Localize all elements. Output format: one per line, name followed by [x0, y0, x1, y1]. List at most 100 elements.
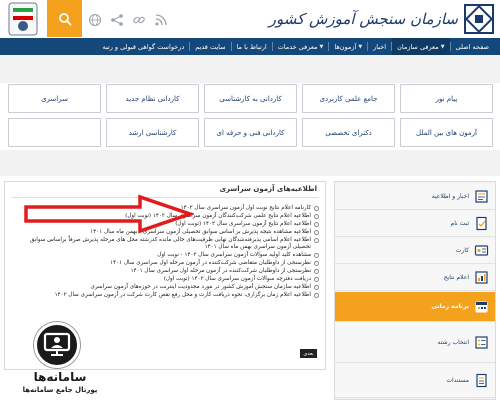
bullet-icon: [314, 268, 319, 274]
sidebar-item-label: برنامه زمانی: [431, 303, 469, 310]
nav-news-label: اخبار: [373, 42, 387, 51]
nav-old-site[interactable]: سایت قدیم: [190, 43, 230, 51]
announcement-link[interactable]: نظرسنجی از داوطلبان متقاضی شرکت‌کننده در…: [15, 260, 311, 267]
brand-title: سازمان سنجش آموزش کشور: [268, 10, 458, 28]
sidebar-item-field-selection[interactable]: انتخاب رشته: [335, 323, 495, 363]
announcements-title: اطلاعیه‌های آزمون سراسری: [219, 185, 317, 193]
announcement-link[interactable]: مشاهده کلید اولیه سوالات آزمون سراسری سا…: [15, 252, 311, 259]
bullet-icon: [314, 221, 319, 227]
globe-icon[interactable]: [88, 12, 102, 26]
sidebar-item-label: اعلام نتایج: [443, 274, 469, 281]
quick-link-international[interactable]: آزمون های بین الملل: [400, 118, 493, 147]
sidebar-item-news[interactable]: اخبار و اطلاعیه: [335, 184, 495, 210]
announcement-link[interactable]: اطلاعیه اعلام اسامی پذیرفته‌شدگان نهایی …: [15, 237, 311, 251]
sidebar-item-documents[interactable]: مستندات: [335, 364, 495, 398]
header: سازمان سنجش آموزش کشور: [0, 0, 500, 38]
watermark-subtitle: پورتال جامع سامانه‌ها: [22, 386, 98, 394]
nav-about-label: معرفی سازمان: [397, 42, 439, 51]
bullet-icon: [314, 292, 319, 298]
nav-certificate-request[interactable]: درخواست گواهی قبولی و رتبه: [97, 43, 189, 51]
quick-link-masters[interactable]: کارشناسی ارشد: [106, 118, 199, 147]
link-icon[interactable]: [132, 12, 146, 26]
list-item[interactable]: اطلاعیه اعلام زمان برگزاری، نحوه دریافت …: [15, 292, 319, 299]
national-emblem-logo[interactable]: [3, 2, 43, 36]
nav-news[interactable]: اخبار: [368, 43, 391, 51]
list-item[interactable]: نظرسنجی از داوطلبان متقاضی شرکت‌کننده در…: [15, 260, 319, 267]
red-arrow-annotation: [24, 194, 194, 234]
quick-link-sarasari[interactable]: سراسری: [8, 84, 101, 113]
nav-old-site-label: سایت قدیم: [195, 42, 226, 51]
results-icon: [474, 270, 489, 285]
search-button[interactable]: [47, 0, 82, 37]
page: سازمان سنجش آموزش کشور صفحه اصلی معرفی س…: [0, 0, 500, 400]
top-icons: [88, 0, 168, 37]
bullet-icon: [314, 284, 319, 290]
exam-sidebar: اخبار و اطلاعیه ثبت نام کارت اعلام نتایج…: [334, 181, 496, 400]
quick-link-technical-vocational[interactable]: کاردانی فنی و حرفه ای: [204, 118, 297, 147]
brand[interactable]: سازمان سنجش آموزش کشور: [269, 4, 494, 34]
news-icon: [474, 189, 489, 204]
bullet-icon: [314, 276, 319, 282]
main-nav: صفحه اصلی معرفی سازمان ▼ اخبار آزمون‌ها ▼ …: [0, 38, 500, 55]
quick-link-empty[interactable]: [8, 118, 101, 147]
share-icon[interactable]: [110, 12, 124, 26]
samaneha-watermark: سامانه‌ها پورتال جامع سامانه‌ها: [6, 316, 116, 400]
quick-link-phd[interactable]: دکترای تخصصی: [302, 118, 395, 147]
quick-link-associate-to-bachelor[interactable]: کاردانی به کارشناسی: [204, 84, 297, 113]
sanjesh-logo-icon: [464, 4, 494, 34]
announcement-link[interactable]: نظرسنجی از داوطلبان شرکت‌کننده در آزمون …: [15, 268, 311, 275]
nav-certificate-label: درخواست گواهی قبولی و رتبه: [102, 42, 185, 51]
search-icon: [58, 12, 72, 26]
quick-link-payam-noor[interactable]: پیام نور: [400, 84, 493, 113]
sidebar-item-register[interactable]: ثبت نام: [335, 211, 495, 237]
content-band: [0, 150, 500, 176]
nav-contact[interactable]: ارتباط با ما: [232, 43, 272, 51]
rss-icon[interactable]: [154, 12, 168, 26]
sidebar-item-results[interactable]: اعلام نتایج: [335, 265, 495, 291]
bullet-icon: [314, 213, 319, 219]
sidebar-item-card[interactable]: کارت: [335, 238, 495, 264]
sidebar-item-label: اخبار و اطلاعیه: [431, 193, 469, 200]
nav-home[interactable]: صفحه اصلی: [451, 43, 494, 51]
chevron-down-icon: ▼: [358, 43, 363, 50]
list-item[interactable]: دریافت دفترچه سوالات آزمون سراسری سال ۱۴…: [15, 276, 319, 283]
sidebar-item-label: ثبت نام: [450, 220, 470, 227]
announcement-link[interactable]: اطلاعیه سازمان سنجش آموزش کشور در مورد م…: [15, 284, 311, 291]
sidebar-item-schedule[interactable]: برنامه زمانی: [335, 292, 495, 322]
list-item[interactable]: اطلاعیه اعلام اسامی پذیرفته‌شدگان نهایی …: [15, 237, 319, 251]
sidebar-item-label: کارت: [455, 247, 469, 254]
nav-services[interactable]: معرفی خدمات ▼: [273, 43, 329, 51]
card-icon: [474, 243, 489, 258]
sidebar-item-label: انتخاب رشته: [437, 339, 469, 346]
register-icon: [474, 216, 489, 231]
nav-exams-label: آزمون‌ها: [334, 42, 357, 51]
chevron-down-icon: ▼: [440, 43, 445, 50]
next-button[interactable]: بعدی: [300, 349, 317, 358]
bullet-icon: [314, 260, 319, 266]
list-item[interactable]: نظرسنجی از داوطلبان شرکت‌کننده در آزمون …: [15, 268, 319, 275]
nav-exams[interactable]: آزمون‌ها ▼: [329, 43, 367, 51]
nav-services-label: معرفی خدمات: [277, 42, 318, 51]
nav-contact-label: ارتباط با ما: [236, 42, 267, 51]
bullet-icon: [314, 229, 319, 235]
announcement-link[interactable]: اطلاعیه اعلام زمان برگزاری، نحوه دریافت …: [15, 292, 311, 299]
quick-link-associate-new[interactable]: کاردانی نظام جدید: [106, 84, 199, 113]
documents-icon: [474, 373, 489, 388]
bullet-icon: [314, 252, 319, 258]
schedule-icon: [474, 299, 489, 314]
watermark-title: سامانه‌ها: [33, 370, 87, 384]
list-item[interactable]: مشاهده کلید اولیه سوالات آزمون سراسری سا…: [15, 252, 319, 259]
monitor-user-icon: [34, 322, 80, 368]
sidebar-item-label: مستندات: [446, 377, 469, 384]
bullet-icon: [314, 206, 319, 211]
quick-link-applied-science[interactable]: جامع علمی کاربردی: [302, 84, 395, 113]
exam-quick-links: پیام نور جامع علمی کاربردی کاردانی به کا…: [8, 84, 493, 147]
announcement-link[interactable]: دریافت دفترچه سوالات آزمون سراسری سال ۱۴…: [15, 276, 311, 283]
nav-home-label: صفحه اصلی: [455, 42, 489, 51]
bullet-icon: [314, 237, 319, 243]
chevron-down-icon: ▼: [319, 43, 324, 50]
content-band: [0, 55, 500, 83]
field-selection-icon: [474, 335, 489, 350]
list-item[interactable]: اطلاعیه سازمان سنجش آموزش کشور در مورد م…: [15, 284, 319, 291]
nav-about[interactable]: معرفی سازمان ▼: [392, 38, 450, 55]
